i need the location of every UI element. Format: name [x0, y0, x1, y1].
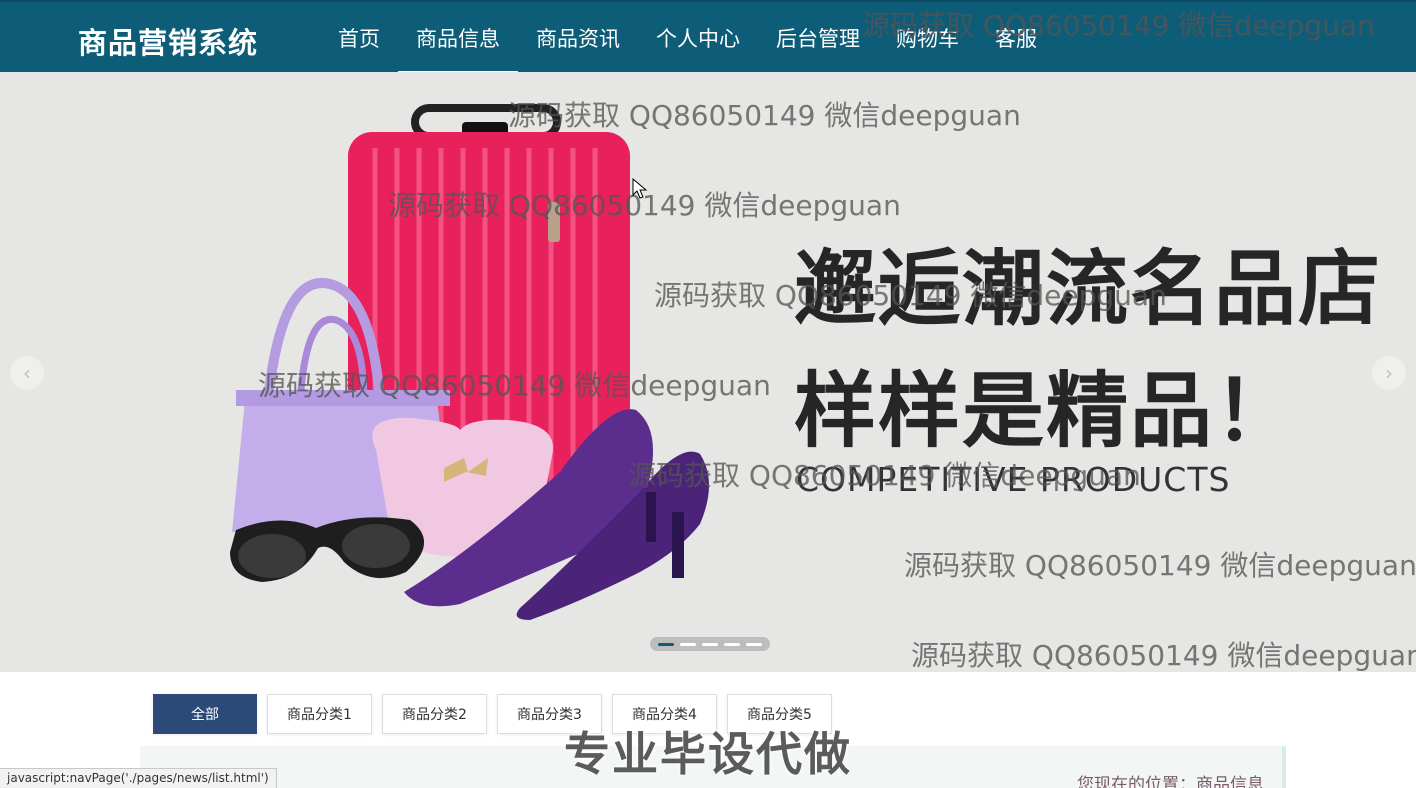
breadcrumb: 您现在的位置：商品信息 [1077, 775, 1264, 788]
nav-item-products[interactable]: 商品信息 [398, 2, 518, 74]
carousel-dot[interactable] [724, 642, 740, 646]
watermark-text: 源码获取 QQ86050149 微信deepguan [258, 369, 771, 402]
banner-headline-2: 样样是精品！ [794, 364, 1299, 459]
carousel-prev-button[interactable]: ‹ [10, 356, 44, 390]
nav-item-personal-center[interactable]: 个人中心 [638, 2, 758, 74]
nav-item-product-news[interactable]: 商品资讯 [518, 2, 638, 74]
category-1-button[interactable]: 商品分类1 [267, 694, 372, 734]
watermark-text: 源码获取 QQ86050149 微信deepguan [654, 279, 1167, 312]
watermark-text: 源码获取 QQ86050149 微信deepguan [508, 99, 1021, 132]
page: 商品营销系统 首页 商品信息 商品资讯 个人中心 后台管理 购物车 客服 ‹ ›… [0, 0, 1416, 788]
carousel-indicators [650, 637, 770, 651]
nav-item-admin[interactable]: 后台管理 [758, 2, 878, 74]
site-brand[interactable]: 商品营销系统 [78, 20, 258, 62]
carousel-dot[interactable] [746, 642, 762, 646]
watermark-text: 源码获取 QQ86050149 微信deepguan [862, 9, 1375, 42]
carousel-dot[interactable] [702, 642, 718, 646]
carousel-next-button[interactable]: › [1372, 356, 1406, 390]
watermark-text: 源码获取 QQ86050149 微信deepguan [911, 639, 1416, 672]
carousel-dot[interactable] [680, 642, 696, 646]
category-all-button[interactable]: 全部 [153, 694, 257, 734]
watermark-text: 源码获取 QQ86050149 微信deepguan [904, 549, 1416, 582]
overlay-caption: 专业毕设代做 [564, 727, 852, 781]
watermark-text: 源码获取 QQ86050149 微信deepguan [628, 459, 1141, 492]
carousel-dot[interactable] [658, 642, 674, 646]
browser-status-bar: javascript:navPage('./pages/news/list.ht… [0, 768, 277, 788]
mouse-cursor-icon [632, 178, 648, 199]
category-2-button[interactable]: 商品分类2 [382, 694, 487, 734]
nav-item-home[interactable]: 首页 [320, 2, 398, 74]
